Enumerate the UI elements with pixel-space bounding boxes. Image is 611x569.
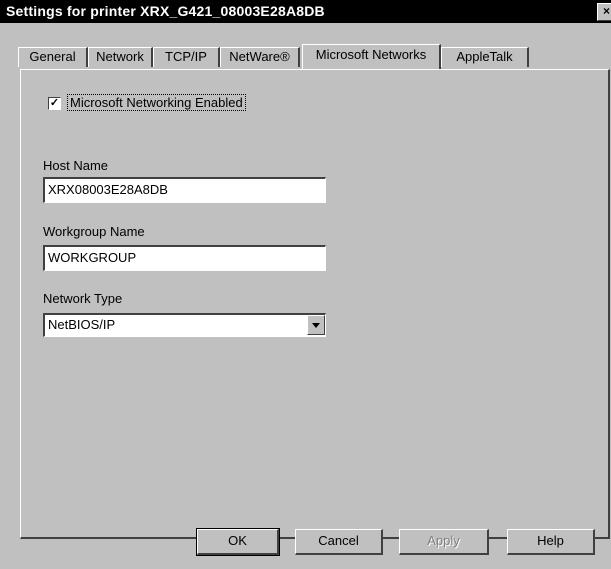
tab-appletalk[interactable]: AppleTalk <box>441 47 529 67</box>
chevron-down-icon[interactable] <box>307 315 325 335</box>
network-type-select[interactable]: NetBIOS/IP <box>43 313 326 337</box>
dialog-body: General Network TCP/IP NetWare® Microsof… <box>0 23 611 569</box>
tab-general[interactable]: General <box>18 47 88 67</box>
microsoft-networking-label[interactable]: Microsoft Networking Enabled <box>67 94 246 111</box>
workgroup-name-label: Workgroup Name <box>43 224 145 239</box>
close-icon[interactable]: × <box>597 3 611 21</box>
tab-microsoft-networks[interactable]: Microsoft Networks <box>302 44 441 69</box>
tab-tcp-ip[interactable]: TCP/IP <box>153 47 220 67</box>
host-name-label: Host Name <box>43 158 109 173</box>
cancel-button[interactable]: Cancel <box>295 529 383 555</box>
host-name-field[interactable]: XRX08003E28A8DB <box>43 177 326 203</box>
help-button[interactable]: Help <box>507 529 595 555</box>
tab-network[interactable]: Network <box>88 47 153 67</box>
apply-button[interactable]: Apply <box>399 529 489 555</box>
microsoft-networking-checkbox[interactable]: ✓ <box>48 97 61 110</box>
network-type-value: NetBIOS/IP <box>48 317 116 332</box>
window-title: Settings for printer XRX_G421_08003E28A8… <box>6 3 325 19</box>
settings-dialog: Settings for printer XRX_G421_08003E28A8… <box>0 0 611 569</box>
title-bar[interactable]: Settings for printer XRX_G421_08003E28A8… <box>0 0 611 23</box>
network-type-label: Network Type <box>43 291 123 306</box>
tab-netware[interactable]: NetWare® <box>220 47 300 67</box>
workgroup-name-field[interactable]: WORKGROUP <box>43 245 326 271</box>
ok-button[interactable]: OK <box>196 528 280 556</box>
